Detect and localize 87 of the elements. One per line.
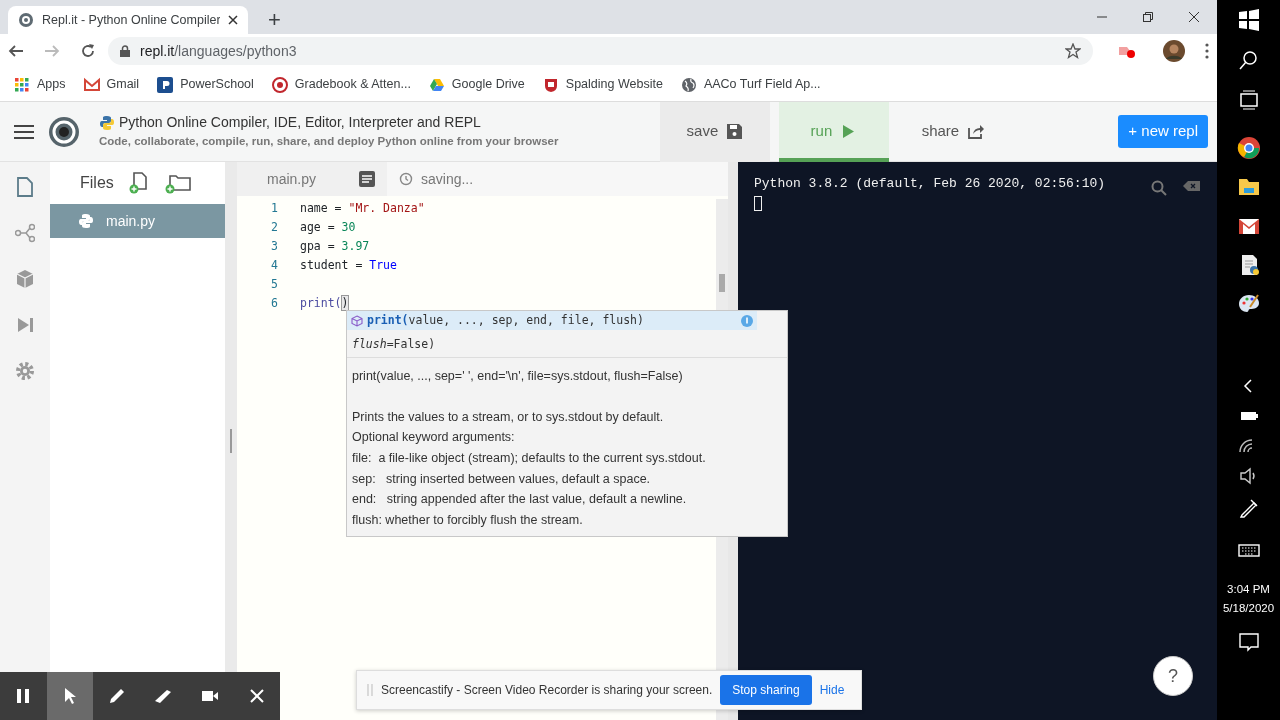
line-number: 5 xyxy=(270,276,278,293)
format-icon[interactable] xyxy=(359,171,375,187)
sharing-message: Screencastify - Screen Video Recorder is sharing your screen. xyxy=(381,682,713,699)
clock-date[interactable]: 5/18/2020 xyxy=(1222,599,1275,618)
bookmark[interactable]: Spalding Website xyxy=(542,75,663,94)
bookmark[interactable]: Gmail xyxy=(83,75,140,94)
page-subtitle: Code, collaborate, compile, run, share, and deploy Python online from your browser xyxy=(99,134,559,150)
chrome-icon[interactable] xyxy=(1236,136,1261,160)
clear-icon[interactable] xyxy=(1183,180,1201,192)
swirl-logo-icon[interactable] xyxy=(48,115,80,148)
mail-envelope-icon xyxy=(83,76,100,93)
star-icon[interactable] xyxy=(1065,43,1081,59)
code-line: student = True xyxy=(300,257,398,274)
signature-text: print(value, ..., sep=' ', end='\n', file=sys.stdout, flush=False) xyxy=(352,368,684,386)
shield-crest-icon xyxy=(542,76,559,93)
suggestion-item[interactable]: print(value, ..., sep, end, file, flush) xyxy=(347,311,757,330)
pointer-button[interactable] xyxy=(46,672,94,720)
line-number: 3 xyxy=(270,238,278,255)
round-seal-icon xyxy=(271,76,288,93)
page-title: Python Online Compiler, IDE, Editor, Interpreter and REPL xyxy=(119,113,481,133)
cube-icon xyxy=(351,314,363,327)
close-icon[interactable] xyxy=(228,15,238,25)
file-icon[interactable] xyxy=(15,177,35,197)
bookmark[interactable]: Apps xyxy=(14,75,66,94)
code-line: gpa = 3.97 xyxy=(300,238,371,255)
restore-icon[interactable] xyxy=(1142,11,1154,23)
share-arrow-icon xyxy=(967,123,985,140)
save-status: saving... xyxy=(421,169,474,189)
avatar-icon[interactable] xyxy=(1163,40,1185,62)
browser-tab[interactable]: Repl.it - Python Online Compiler xyxy=(8,6,248,34)
hide-link[interactable]: Hide xyxy=(819,681,845,699)
bookmark[interactable]: PowerSchool xyxy=(157,75,254,94)
globe-icon xyxy=(680,76,697,93)
skip-forward-icon[interactable] xyxy=(15,315,35,335)
add-folder-icon[interactable] xyxy=(163,172,192,194)
doc-text: Optional keyword arguments: xyxy=(352,429,516,447)
code-line: age = 30 xyxy=(300,219,357,236)
code-line: name = "Mr. Danza" xyxy=(300,200,426,217)
doc-text: file: a file-like object (stream); defaults to the current sys.stdout. xyxy=(352,450,707,468)
apps-grid-icon xyxy=(14,76,30,93)
code-line: print() xyxy=(300,295,350,312)
stop-sharing-button[interactable]: Stop sharing xyxy=(720,675,812,705)
bookmark[interactable]: Gradebook & Atten... xyxy=(271,75,411,94)
python-logo-icon xyxy=(99,114,115,131)
bookmark[interactable]: Google Drive xyxy=(428,75,525,94)
line-number: 6 xyxy=(270,295,278,312)
text-cursor xyxy=(754,195,762,211)
signature-text: flush=False) xyxy=(347,330,787,359)
line-number: 4 xyxy=(270,257,278,274)
letter-tile-icon xyxy=(157,76,174,93)
reload-icon[interactable] xyxy=(80,43,96,59)
editor-tab[interactable]: main.py xyxy=(237,162,387,196)
back-arrow-icon[interactable] xyxy=(8,43,24,59)
lock-icon xyxy=(120,45,130,57)
doc-text: sep: string inserted between values, default a space. xyxy=(352,470,652,488)
scrollbar-thumb[interactable] xyxy=(719,274,725,292)
windows-logo-icon[interactable] xyxy=(1236,8,1261,32)
address-field[interactable]: repl.it/languages/python3 xyxy=(140,40,297,62)
notification-icon[interactable] xyxy=(1236,630,1261,654)
triangle-logo-icon xyxy=(428,76,445,93)
add-file-icon[interactable] xyxy=(127,172,150,194)
pencil-icon xyxy=(107,687,126,705)
bookmark[interactable]: AACo Turf Field Ap... xyxy=(680,75,821,94)
cube-icon[interactable] xyxy=(15,269,35,289)
files-heading: Files xyxy=(80,173,114,193)
settings-icon[interactable] xyxy=(15,361,35,381)
share-button[interactable]: share xyxy=(897,101,1008,162)
share-nodes-icon[interactable] xyxy=(15,223,35,243)
drag-handle-icon[interactable] xyxy=(367,684,373,696)
doc-text: flush: whether to forcibly flush the stream. xyxy=(352,511,584,529)
line-number: 2 xyxy=(270,219,278,236)
history-icon xyxy=(399,172,413,186)
close-icon xyxy=(247,687,266,705)
doc-text: end: string appended after the last value, default a newline. xyxy=(352,491,688,509)
menu-icon[interactable] xyxy=(14,123,34,140)
new-tab-button[interactable]: + xyxy=(262,8,287,32)
swirl-logo-icon xyxy=(18,12,34,28)
python-logo-icon xyxy=(78,213,94,229)
clock-time[interactable]: 3:04 PM xyxy=(1222,580,1275,599)
line-number: 1 xyxy=(270,200,278,217)
eraser-icon xyxy=(154,687,173,705)
save-button[interactable]: save xyxy=(659,101,770,162)
console-output: Python 3.8.2 (default, Feb 26 2020, 02:56:10) xyxy=(754,175,1107,193)
close-icon[interactable] xyxy=(1188,11,1200,23)
doc-text: Prints the values to a stream, or to sys.stdout by default. xyxy=(352,408,665,426)
menu-icon[interactable] xyxy=(1205,43,1209,59)
resize-handle[interactable] xyxy=(230,429,232,453)
